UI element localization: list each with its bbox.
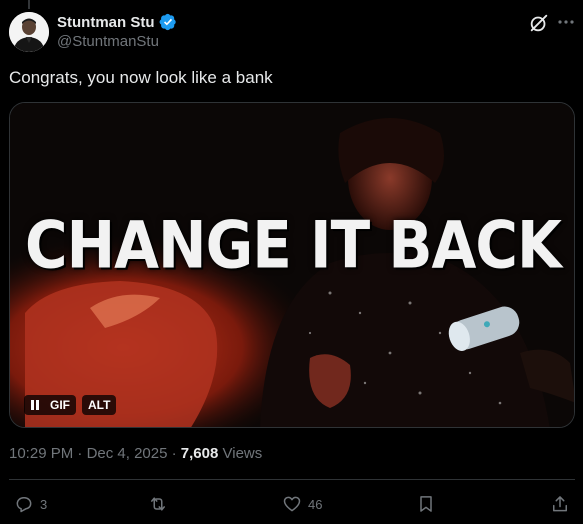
like-icon: [283, 496, 301, 512]
repost-icon: [151, 497, 165, 511]
tweet-meta: 10:29 PM · Dec 4, 2025 · 7,608 Views: [9, 445, 262, 462]
alt-label: ALT: [88, 398, 111, 412]
repost-button[interactable]: [148, 493, 174, 515]
pause-icon: [31, 400, 39, 410]
like-count: 46: [308, 496, 323, 512]
author-handle[interactable]: @StuntmanStu: [57, 33, 159, 50]
thread-connector-line: [28, 0, 30, 9]
alt-text-button[interactable]: ALT: [82, 395, 117, 415]
meta-separator: ·: [77, 445, 83, 462]
author-display-name[interactable]: Stuntman Stu: [57, 14, 155, 31]
tweet-time[interactable]: 10:29 PM: [9, 445, 73, 462]
reply-icon: [16, 497, 32, 513]
meta-separator: ·: [171, 445, 177, 462]
views-label: Views: [222, 445, 263, 462]
tweet-text: Congrats, you now look like a bank: [9, 68, 273, 87]
tweet-media-gif[interactable]: CHANGE IT BACK GIF ALT: [9, 102, 575, 428]
avatar[interactable]: [9, 12, 49, 52]
verified-badge-icon[interactable]: [159, 13, 177, 31]
views-count: 7,608: [180, 445, 219, 462]
tweet-date[interactable]: Dec 4, 2025: [87, 445, 168, 462]
author-name-row: Stuntman Stu: [57, 12, 177, 32]
actions-divider: [9, 479, 575, 480]
gif-controls: GIF ALT: [24, 395, 117, 415]
grok-icon[interactable]: [528, 12, 550, 34]
gif-label: GIF: [50, 398, 70, 412]
gif-pause-button[interactable]: GIF: [24, 395, 76, 415]
bookmark-button[interactable]: [416, 493, 436, 515]
share-icon: [553, 496, 567, 512]
share-button[interactable]: [550, 493, 570, 515]
gif-caption-text: CHANGE IT BACK: [25, 206, 562, 284]
avatar-image: [9, 12, 49, 52]
reply-count: 3: [40, 496, 48, 512]
bookmark-icon: [420, 496, 432, 512]
more-icon[interactable]: [556, 12, 576, 32]
reply-button[interactable]: 3: [14, 493, 47, 515]
like-button[interactable]: 46: [282, 493, 322, 515]
